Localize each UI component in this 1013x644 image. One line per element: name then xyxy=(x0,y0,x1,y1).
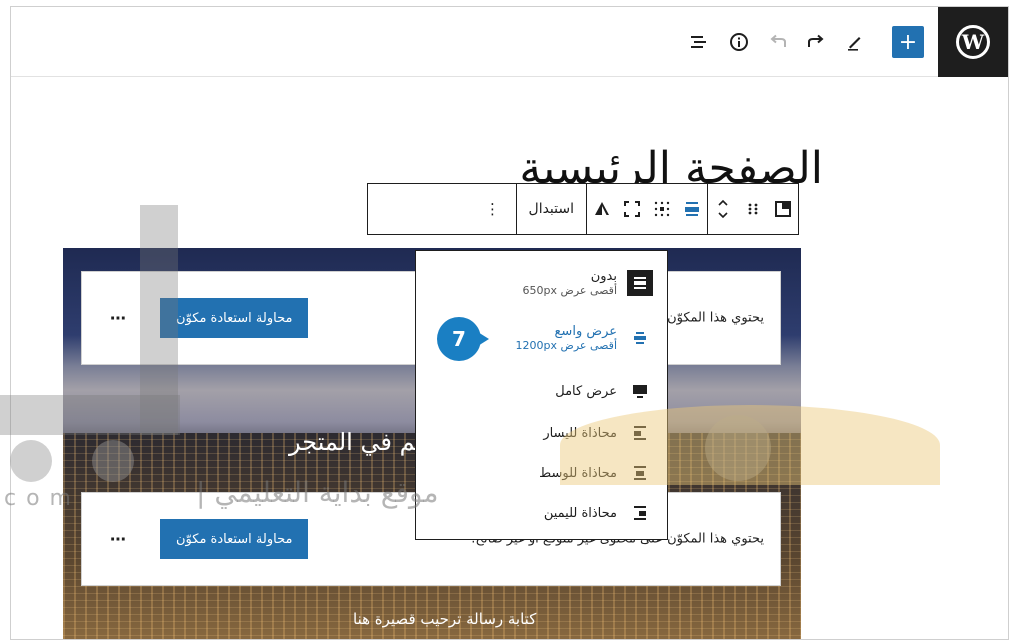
replace-group: استبدال xyxy=(515,184,586,234)
editor-top-bar: W + xyxy=(11,7,1008,77)
editor-frame: W + الصفحة الرئيسية استبدال ⋮ مرحبًا بكم… xyxy=(10,6,1009,640)
dropdown-item-label: عرض واسع xyxy=(554,324,617,339)
redo-icon[interactable] xyxy=(802,28,830,56)
dropdown-item-left[interactable]: محاذاة لليسار xyxy=(430,420,653,446)
add-block-button[interactable]: + xyxy=(892,26,924,58)
info-icon[interactable] xyxy=(725,28,753,56)
more-options-button[interactable]: ⋯ xyxy=(110,530,127,549)
alignment-group xyxy=(586,184,707,234)
alignment-dropdown: بدون أقصى عرض 650px عرض واسع أقصى عرض 12… xyxy=(415,250,668,540)
align-wide-icon xyxy=(627,325,653,351)
align-full-icon xyxy=(627,378,653,404)
move-up-down-icon[interactable] xyxy=(708,184,738,234)
undo-icon[interactable] xyxy=(764,28,792,56)
dropdown-item-none[interactable]: بدون أقصى عرض 650px xyxy=(430,269,653,297)
align-wide-icon[interactable] xyxy=(677,184,707,234)
more-options-button[interactable]: ⋯ xyxy=(110,309,127,328)
more-options-button[interactable]: ⋮ xyxy=(470,184,516,234)
dropdown-item-sublabel: أقصى عرض 650px xyxy=(522,284,617,297)
align-right-icon xyxy=(627,500,653,526)
dropdown-item-label: بدون xyxy=(590,269,617,284)
wordpress-logo-button[interactable]: W xyxy=(938,7,1008,77)
dropdown-item-label: محاذاة لليسار xyxy=(543,425,617,441)
block-toolbar: استبدال ⋮ xyxy=(367,183,799,235)
wordpress-icon: W xyxy=(956,25,990,59)
attempt-recovery-button[interactable]: محاولة استعادة مكوّن xyxy=(160,298,309,338)
replace-button[interactable]: استبدال xyxy=(517,184,586,234)
dropdown-item-center[interactable]: محاذاة للوسط xyxy=(430,460,653,486)
align-center-icon xyxy=(627,460,653,486)
dropdown-item-label: محاذاة للوسط xyxy=(539,465,617,481)
list-view-icon[interactable] xyxy=(685,28,713,56)
cover-caption[interactable]: كتابة رسالة ترحيب قصيرة هنا xyxy=(353,610,536,628)
full-height-icon[interactable] xyxy=(617,184,647,234)
matrix-position-icon[interactable] xyxy=(647,184,677,234)
align-none-icon xyxy=(627,270,653,296)
pen-icon[interactable] xyxy=(840,28,868,56)
cover-block-icon[interactable] xyxy=(768,184,798,234)
options-group: ⋮ xyxy=(470,184,516,234)
attempt-recovery-button[interactable]: محاولة استعادة مكوّن xyxy=(160,519,309,559)
dropdown-item-label: محاذاة لليمين xyxy=(543,505,617,521)
duotone-filter-icon[interactable] xyxy=(587,184,617,234)
dropdown-item-sublabel: أقصى عرض 1200px xyxy=(515,339,617,352)
step-pointer-arrow xyxy=(473,329,489,349)
block-type-group xyxy=(707,184,798,234)
dropdown-item-full[interactable]: عرض كامل xyxy=(430,378,653,404)
drag-handle-icon[interactable] xyxy=(738,184,768,234)
dropdown-item-label: عرض كامل xyxy=(555,383,617,399)
align-left-icon xyxy=(627,420,653,446)
dropdown-item-right[interactable]: محاذاة لليمين xyxy=(430,500,653,526)
